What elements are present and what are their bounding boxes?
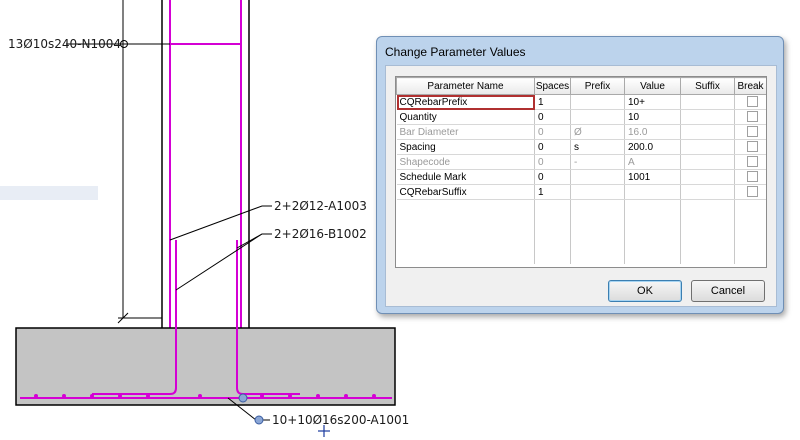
dialog-body: Parameter Name Spaces Prefix Value Suffi… [385,65,777,307]
ghost-highlight-row [0,186,98,200]
column-header-break[interactable]: Break [734,77,766,95]
ok-button[interactable]: OK [608,280,682,302]
suffix-cell[interactable] [680,139,735,155]
label-top-bar-text: 13Ø10s240-N1004 [8,37,121,51]
cancel-button[interactable]: Cancel [691,280,765,302]
empty-row [396,199,766,264]
column-header-suffix[interactable]: Suffix [680,77,735,95]
value-cell: A [624,154,681,170]
suffix-cell[interactable] [680,184,735,200]
value-cell[interactable]: 1001 [624,169,681,185]
table-row: Bar Diameter 0 Ø 16.0 [396,124,766,140]
value-cell[interactable]: 10+ [624,94,681,110]
suffix-cell[interactable] [680,94,735,110]
break-checkbox[interactable] [746,171,758,183]
label-top-bar[interactable]: 13Ø10s240-N1004 [8,37,170,51]
value-cell[interactable]: 10 [624,109,681,125]
prefix-cell[interactable] [570,94,625,110]
table-header: Parameter Name Spaces Prefix Value Suffi… [396,77,766,95]
label-bottom-bar-text: 10+10Ø16s200-A1001 [272,413,409,427]
break-cell [734,169,766,185]
break-checkbox[interactable] [746,96,758,108]
foundation-slab [15,327,396,406]
table-row[interactable]: CQRebarPrefix 1 10+ [396,94,766,110]
suffix-cell[interactable] [680,109,735,125]
value-cell: 16.0 [624,124,681,140]
column-header-parameter-name[interactable]: Parameter Name [396,77,535,95]
spaces-cell[interactable]: 1 [534,184,571,200]
selection-grip[interactable] [238,393,248,403]
param-name-cell[interactable]: CQRebarPrefix [396,94,535,110]
spaces-cell: 0 [534,124,571,140]
prefix-cell[interactable] [570,109,625,125]
break-cell [734,109,766,125]
table-row[interactable]: Spacing 0 s 200.0 [396,139,766,155]
spaces-cell[interactable]: 0 [534,109,571,125]
break-cell [734,184,766,200]
break-checkbox[interactable] [746,186,758,198]
param-name-cell[interactable]: Schedule Mark [396,169,535,185]
spaces-cell[interactable]: 0 [534,169,571,185]
break-cell [734,154,766,170]
column-header-value[interactable]: Value [624,77,681,95]
prefix-cell[interactable] [570,184,625,200]
break-cell [734,124,766,140]
dialog-title: Change Parameter Values [385,45,526,59]
break-checkbox[interactable] [746,141,758,153]
suffix-cell [680,124,735,140]
prefix-cell[interactable]: s [570,139,625,155]
param-name-cell: Shapecode [396,154,535,170]
break-checkbox [746,126,758,138]
table-row[interactable]: CQRebarSuffix 1 [396,184,766,200]
spaces-cell: 0 [534,154,571,170]
table-row[interactable]: Quantity 0 10 [396,109,766,125]
spaces-cell[interactable]: 1 [534,94,571,110]
value-cell[interactable] [624,184,681,200]
suffix-cell[interactable] [680,169,735,185]
label-mid-bar-2[interactable]: 2+2Ø16-B1002 [175,227,367,291]
value-cell[interactable]: 200.0 [624,139,681,155]
selection-grip[interactable] [254,415,264,425]
param-name-cell: Bar Diameter [396,124,535,140]
break-checkbox [746,156,758,168]
column-header-prefix[interactable]: Prefix [570,77,625,95]
param-name-cell[interactable]: Quantity [396,109,535,125]
background-window-ghost [0,96,380,236]
param-name-cell[interactable]: Spacing [396,139,535,155]
suffix-cell [680,154,735,170]
param-name-cell[interactable]: CQRebarSuffix [396,184,535,200]
break-cell [734,94,766,110]
parameter-table: Parameter Name Spaces Prefix Value Suffi… [396,77,766,264]
spaces-cell[interactable]: 0 [534,139,571,155]
table-row: Shapecode 0 - A [396,154,766,170]
table-row[interactable]: Schedule Mark 0 1001 [396,169,766,185]
prefix-cell: Ø [570,124,625,140]
break-cell [734,139,766,155]
prefix-cell: - [570,154,625,170]
parameter-grid[interactable]: Parameter Name Spaces Prefix Value Suffi… [395,76,767,268]
column-header-spaces[interactable]: Spaces [534,77,571,95]
change-parameter-values-dialog[interactable]: Change Parameter Values Parameter Name S… [376,36,784,314]
prefix-cell[interactable] [570,169,625,185]
break-checkbox[interactable] [746,111,758,123]
